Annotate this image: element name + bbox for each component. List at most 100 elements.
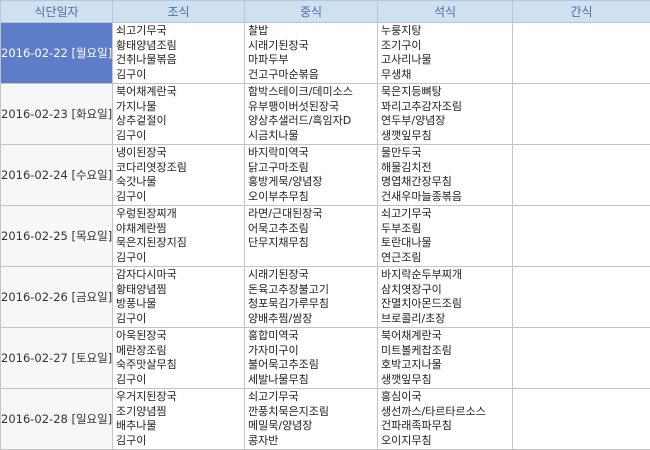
breakfast-cell: 쇠고기무국황태양념조림건취나물볶음김구이 (113, 23, 245, 84)
menu-item: 숙주맛살무침 (116, 358, 241, 373)
menu-item: 황태양념찜 (116, 283, 241, 298)
column-header-dinner: 석식 (378, 1, 513, 23)
menu-item: 황태양념조림 (116, 39, 241, 54)
menu-item: 건취나물볶음 (116, 53, 241, 68)
menu-item: 연근조림 (381, 251, 509, 266)
menu-item: 함박스테이크/데미소스 (248, 85, 374, 100)
breakfast-cell: 감자다시마국황태양념찜방풍나물김구이 (113, 267, 245, 328)
breakfast-cell: 냉이된장국코다리엿장조림숙갓나물김구이 (113, 145, 245, 206)
menu-item: 바지락미역국 (248, 146, 374, 161)
snack-cell (513, 23, 650, 84)
meal-date-cell[interactable]: 2016-02-27 [토요일] (1, 328, 113, 389)
breakfast-cell: 우렁된장찌개야채계란찜묵은지된장지짐김구이 (113, 206, 245, 267)
meal-date-cell[interactable]: 2016-02-26 [금요일] (1, 267, 113, 328)
menu-item: 양배추찜/쌈장 (248, 312, 374, 327)
menu-item: 우거지된장국 (116, 390, 241, 405)
menu-item: 숙갓나물 (116, 175, 241, 190)
menu-item: 찰밥 (248, 24, 374, 39)
snack-cell (513, 145, 650, 206)
menu-item: 연두부/양념장 (381, 114, 509, 129)
breakfast-cell: 아욱된장국메란장조림숙주맛살무침김구이 (113, 328, 245, 389)
menu-item: 건파래족파무침 (381, 419, 509, 434)
menu-item: 묵은지된장지짐 (116, 236, 241, 251)
menu-item: 김구이 (116, 312, 241, 327)
snack-cell (513, 328, 650, 389)
menu-item: 쇠고기무국 (248, 390, 374, 405)
lunch-cell: 홍합미역국가자미구이불어묵고추조림세발나물무침 (245, 328, 378, 389)
column-header-breakfast: 조식 (113, 1, 245, 23)
column-header-lunch: 중식 (245, 1, 378, 23)
snack-cell (513, 389, 650, 450)
menu-item: 양상추샐러드/흑임자D (248, 114, 374, 129)
menu-item: 잔멸치아몬드조림 (381, 297, 509, 312)
menu-item: 김구이 (116, 373, 241, 388)
menu-item: 토란대나물 (381, 236, 509, 251)
menu-item: 쇠고기무국 (381, 207, 509, 222)
meal-date-cell[interactable]: 2016-02-22 [월요일] (1, 23, 113, 84)
menu-item: 가지나물 (116, 100, 241, 115)
lunch-cell: 쇠고기무국깐풍치묵은지조림메밀묵/양념장콩자반 (245, 389, 378, 450)
menu-item: 김구이 (116, 129, 241, 144)
menu-item: 시금치나물 (248, 129, 374, 144)
menu-item: 건고구마순볶음 (248, 68, 374, 83)
menu-item: 김구이 (116, 68, 241, 83)
menu-item: 우렁된장찌개 (116, 207, 241, 222)
menu-item: 홍심이국 (381, 390, 509, 405)
menu-item: 닭고구마조림 (248, 161, 374, 176)
menu-item: 배추나물 (116, 419, 241, 434)
menu-item: 시래기된장국 (248, 268, 374, 283)
menu-item: 청포묵김가루무침 (248, 297, 374, 312)
menu-item: 바지락순두부찌개 (381, 268, 509, 283)
menu-item: 삼치엿장구이 (381, 283, 509, 298)
meal-date-cell[interactable]: 2016-02-24 [수요일] (1, 145, 113, 206)
breakfast-cell: 우거지된장국조기양념찜배추나물김구이 (113, 389, 245, 450)
column-header-date: 식단일자 (1, 1, 113, 23)
menu-item: 감자다시마국 (116, 268, 241, 283)
lunch-cell: 시래기된장국돈육고추장불고기청포묵김가루무침양배추찜/쌈장 (245, 267, 378, 328)
table-row[interactable]: 2016-02-24 [수요일]냉이된장국코다리엿장조림숙갓나물김구이바지락미역… (1, 145, 650, 206)
menu-item: 건새우마늘종볶음 (381, 190, 509, 205)
menu-item: 단무지채무침 (248, 236, 374, 251)
lunch-cell: 라면/근대된장국어묵고추조림단무지채무침 (245, 206, 378, 267)
menu-item: 꽈리고추감자조림 (381, 100, 509, 115)
menu-item: 물만두국 (381, 146, 509, 161)
meal-plan-table: 식단일자 조식 중식 석식 간식 2016-02-22 [월요일]쇠고기무국황태… (0, 0, 650, 450)
menu-item: 김구이 (116, 251, 241, 266)
menu-item: 불어묵고추조림 (248, 358, 374, 373)
menu-item: 누룽지탕 (381, 24, 509, 39)
menu-item: 명엽채간장무침 (381, 175, 509, 190)
table-row[interactable]: 2016-02-22 [월요일]쇠고기무국황태양념조림건취나물볶음김구이찰밥시래… (1, 23, 650, 84)
table-row[interactable]: 2016-02-28 [일요일]우거지된장국조기양념찜배추나물김구이쇠고기무국깐… (1, 389, 650, 450)
menu-item: 오이부추무침 (248, 190, 374, 205)
table-row[interactable]: 2016-02-26 [금요일]감자다시마국황태양념찜방풍나물김구이시래기된장국… (1, 267, 650, 328)
table-row[interactable]: 2016-02-23 [화요일]북어채계란국가지나물상추겉절이김구이 함박스테이크… (1, 84, 650, 145)
menu-item: 쇠고기무국 (116, 24, 241, 39)
menu-item: 호박고지나물 (381, 358, 509, 373)
menu-item: 세발나물무침 (248, 373, 374, 388)
meal-date-cell[interactable]: 2016-02-25 [목요일] (1, 206, 113, 267)
menu-item: 아욱된장국 (116, 329, 241, 344)
menu-item: 상추겉절이 (116, 114, 241, 129)
menu-item: 북어채계란국 (116, 85, 241, 100)
meal-date-cell[interactable]: 2016-02-23 [화요일] (1, 84, 113, 145)
menu-item: 메란장조림 (116, 344, 241, 359)
table-row[interactable]: 2016-02-27 [토요일]아욱된장국메란장조림숙주맛살무침김구이홍합미역국… (1, 328, 650, 389)
menu-item: 마파두부 (248, 53, 374, 68)
table-header-row: 식단일자 조식 중식 석식 간식 (1, 1, 650, 23)
menu-item: 메밀묵/양념장 (248, 419, 374, 434)
dinner-cell: 물만두국해물김치전명엽채간장무침건새우마늘종볶음 (378, 145, 513, 206)
menu-item: 코다리엿장조림 (116, 161, 241, 176)
snack-cell (513, 206, 650, 267)
meal-date-cell[interactable]: 2016-02-28 [일요일] (1, 389, 113, 450)
menu-item: 생깻잎무침 (381, 129, 509, 144)
menu-item: 브로콜리/초장 (381, 312, 509, 327)
menu-item: 콩자반 (248, 434, 374, 449)
menu-item: 무생채 (381, 68, 509, 83)
dinner-cell: 묵은지등뼈탕꽈리고추감자조림연두부/양념장생깻잎무침 (378, 84, 513, 145)
menu-item: 깐풍치묵은지조림 (248, 405, 374, 420)
menu-item: 김구이 (116, 190, 241, 205)
table-row[interactable]: 2016-02-25 [목요일]우렁된장찌개야채계란찜묵은지된장지짐김구이라면/… (1, 206, 650, 267)
menu-item: 미트볼케찹조림 (381, 344, 509, 359)
menu-item: 방풍나물 (116, 297, 241, 312)
menu-item: 가자미구이 (248, 344, 374, 359)
